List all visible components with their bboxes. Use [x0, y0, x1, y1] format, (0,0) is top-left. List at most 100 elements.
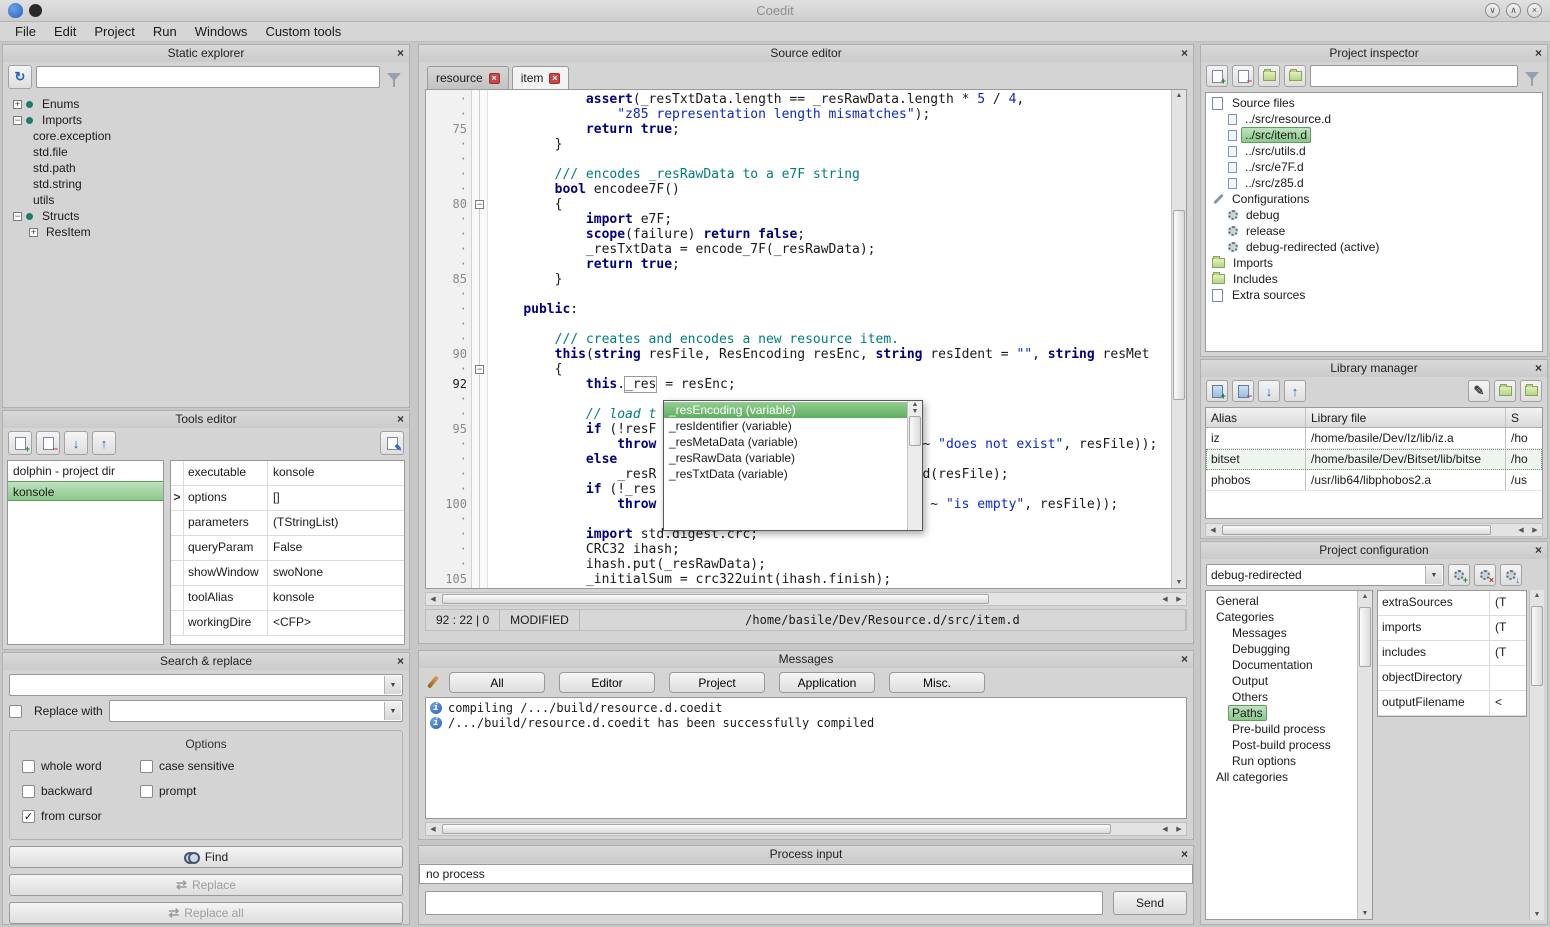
config-category-paths[interactable]: Paths: [1206, 705, 1357, 721]
library-row-phobos[interactable]: phobos/usr/lib64/libphobos2.a/us: [1206, 470, 1542, 491]
config-category-run-options[interactable]: Run options: [1206, 753, 1357, 769]
fold-collapse-icon[interactable]: −: [472, 362, 487, 377]
close-panel-icon[interactable]: ×: [1535, 360, 1542, 377]
completion-item-resmetadata-variable[interactable]: _resMetaData (variable): [664, 434, 907, 450]
menu-edit[interactable]: Edit: [45, 22, 85, 41]
property-row-workingdire[interactable]: workingDire<CFP>: [171, 611, 404, 636]
static-explorer-item-std-path[interactable]: std.path: [7, 160, 405, 176]
library-open-button[interactable]: [1520, 380, 1542, 402]
remove-library-button[interactable]: −: [1232, 380, 1254, 402]
project-tree-item-source-files[interactable]: Source files: [1206, 95, 1542, 111]
checkbox[interactable]: ✓: [22, 810, 35, 823]
config-category-documentation[interactable]: Documentation: [1206, 657, 1357, 673]
minimize-button[interactable]: ∨: [1485, 3, 1500, 18]
find-button[interactable]: Find: [9, 846, 403, 868]
scroll-left-icon[interactable]: ◀: [426, 825, 440, 833]
config-category-messages[interactable]: Messages: [1206, 625, 1357, 641]
checkbox[interactable]: [22, 785, 35, 798]
sync-configuration-button[interactable]: ↓: [1500, 564, 1522, 586]
project-tree-item-debug[interactable]: debug: [1206, 207, 1542, 223]
static-explorer-item-structs[interactable]: −Structs: [7, 208, 405, 224]
config-property-row-includes[interactable]: includes(T: [1378, 641, 1526, 666]
move-library-up-button[interactable]: ↑: [1284, 380, 1306, 402]
move-library-down-button[interactable]: ↓: [1258, 380, 1280, 402]
config-category-debugging[interactable]: Debugging: [1206, 641, 1357, 657]
project-inspector-search-input[interactable]: [1310, 65, 1518, 87]
message-item[interactable]: i/.../build/resource.d.coedit has been s…: [426, 715, 1186, 730]
move-tool-up-button[interactable]: ↑: [92, 431, 116, 455]
property-value[interactable]: []: [268, 486, 404, 510]
config-property-row-objectdirectory[interactable]: objectDirectory: [1378, 666, 1526, 691]
config-property-row-imports[interactable]: imports(T: [1378, 616, 1526, 641]
completion-item-residentifier-variable[interactable]: _resIdentifier (variable): [664, 418, 907, 434]
collapse-icon[interactable]: −: [13, 116, 22, 125]
config-property-row-extrasources[interactable]: extraSources(T: [1378, 591, 1526, 616]
categories-scrollbar[interactable]: ▲ ▼: [1357, 591, 1372, 919]
config-category-categories[interactable]: Categories: [1206, 609, 1357, 625]
option-backward[interactable]: backward: [22, 784, 140, 798]
close-panel-icon[interactable]: ×: [1535, 45, 1542, 62]
editor-vertical-scrollbar[interactable]: ▲ ▼: [1171, 90, 1186, 588]
add-library-button[interactable]: +: [1206, 380, 1228, 402]
scroll-left-icon[interactable]: ◀: [426, 595, 440, 603]
config-category-pre-build-process[interactable]: Pre-build process: [1206, 721, 1357, 737]
tools-list-item-dolphin-project-dir[interactable]: dolphin - project dir: [8, 461, 163, 481]
close-panel-icon[interactable]: ×: [1181, 651, 1188, 668]
expand-icon[interactable]: +: [13, 100, 22, 109]
scroll-up-icon[interactable]: ▲: [1358, 593, 1372, 600]
config-category-post-build-process[interactable]: Post-build process: [1206, 737, 1357, 753]
library-row-bitset[interactable]: bitset/home/basile/Dev/Bitset/lib/bitse/…: [1206, 449, 1542, 470]
menu-run[interactable]: Run: [144, 22, 186, 41]
static-explorer-item-resitem[interactable]: +ResItem: [7, 224, 405, 240]
property-value[interactable]: (T: [1490, 616, 1526, 640]
replace-button[interactable]: ⇄Replace: [9, 874, 403, 896]
scroll-down-icon[interactable]: ▼: [912, 408, 919, 415]
fold-collapse-icon[interactable]: −: [472, 197, 487, 212]
property-value[interactable]: (T: [1490, 641, 1526, 665]
scroll-up-icon[interactable]: ▲: [1172, 92, 1186, 99]
library-from-folder-button[interactable]: [1494, 380, 1516, 402]
refresh-button[interactable]: ↻: [8, 65, 32, 89]
library-column-header-s[interactable]: S: [1506, 408, 1542, 427]
project-tree-item-src-item-d[interactable]: ../src/item.d: [1206, 127, 1542, 143]
editor-tab-resource[interactable]: resource×: [427, 66, 509, 89]
menu-project[interactable]: Project: [85, 22, 143, 41]
scroll-right-icon[interactable]: ▶: [1528, 526, 1542, 534]
configuration-combobox[interactable]: debug-redirected▼: [1206, 564, 1444, 586]
edit-library-button[interactable]: ✎: [1468, 380, 1490, 402]
project-tree-item-debug-redirected-active[interactable]: debug-redirected (active): [1206, 239, 1542, 255]
property-row-parameters[interactable]: parameters(TStringList): [171, 511, 404, 536]
close-panel-icon[interactable]: ×: [1535, 542, 1542, 559]
option-from-cursor[interactable]: ✓from cursor: [22, 809, 140, 823]
property-row-showwindow[interactable]: showWindowswoNone: [171, 561, 404, 586]
add-source-button[interactable]: +: [1206, 65, 1228, 87]
scroll-left-icon[interactable]: ◀: [1158, 825, 1172, 833]
project-tree-item-includes[interactable]: Includes: [1206, 271, 1542, 287]
checkbox[interactable]: [140, 760, 153, 773]
static-explorer-item-imports[interactable]: −Imports: [7, 112, 405, 128]
messages-filter-misc[interactable]: Misc.: [889, 672, 985, 693]
maximize-button[interactable]: ∧: [1506, 3, 1521, 18]
property-value[interactable]: swoNone: [268, 561, 404, 585]
filter-icon[interactable]: [1525, 72, 1539, 80]
remove-source-button[interactable]: −: [1232, 65, 1254, 87]
dropdown-icon[interactable]: ▼: [384, 676, 401, 694]
scroll-right-icon[interactable]: ▶: [1172, 825, 1186, 833]
dropdown-icon[interactable]: ▼: [384, 702, 401, 720]
close-panel-icon[interactable]: ×: [1181, 45, 1188, 62]
scrollbar-thumb[interactable]: [442, 594, 989, 604]
collapse-icon[interactable]: −: [13, 212, 22, 221]
property-row-options[interactable]: >options[]: [171, 486, 404, 511]
expand-icon[interactable]: +: [29, 228, 38, 237]
property-row-queryparam[interactable]: queryParamFalse: [171, 536, 404, 561]
static-explorer-search-input[interactable]: [36, 66, 380, 88]
search-combobox[interactable]: ▼: [9, 674, 403, 696]
project-tree-item-src-utils-d[interactable]: ../src/utils.d: [1206, 143, 1542, 159]
popup-scrollbar[interactable]: ▲ ▼: [907, 401, 922, 530]
property-value[interactable]: False: [268, 536, 404, 560]
editor-tab-item[interactable]: item×: [512, 66, 570, 89]
property-value[interactable]: (TStringList): [268, 511, 404, 535]
config-category-others[interactable]: Others: [1206, 689, 1357, 705]
property-row-toolalias[interactable]: toolAliaskonsole: [171, 586, 404, 611]
close-button[interactable]: ×: [1527, 3, 1542, 18]
